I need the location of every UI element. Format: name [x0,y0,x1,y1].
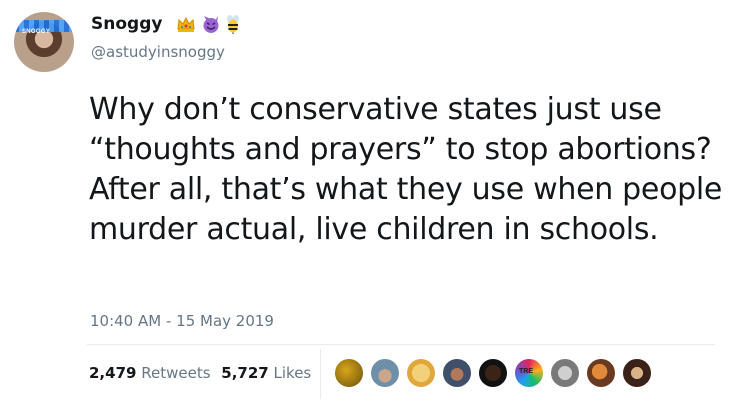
tweet-stats: 2,479 Retweets 5,727 Likes [89,364,317,382]
divider [87,344,715,345]
tweet-timestamp[interactable]: 10:40 AM - 15 May 2019 [90,312,274,330]
liker-avatar[interactable] [478,358,508,388]
likes-count: 5,727 [221,364,269,382]
stats-separator [320,349,321,399]
crown-emoji-icon [177,16,195,32]
retweets-count: 2,479 [89,364,137,382]
avatar-text: SNOGGY [22,29,51,35]
liker-avatar-text: TRE [519,368,533,375]
user-avatar[interactable]: SNOGGY [14,12,74,72]
tweet-text: Why don’t conservative states just use “… [89,92,723,247]
liker-avatar[interactable] [622,358,652,388]
user-handle[interactable]: @astudyinsnoggy [91,43,225,61]
likes-stat[interactable]: 5,727 Likes [221,364,311,382]
likes-label: Likes [273,364,312,382]
liker-avatar[interactable] [334,358,364,388]
bee-emoji-icon [227,15,239,34]
display-name[interactable]: Snoggy [91,14,162,34]
liker-avatar[interactable] [550,358,580,388]
liker-avatar[interactable] [442,358,472,388]
retweets-label: Retweets [141,364,211,382]
tweet-card: SNOGGY Snoggy @astudyinsnoggy Why don’t … [0,0,740,403]
liker-avatar[interactable] [370,358,400,388]
retweets-stat[interactable]: 2,479 Retweets [89,364,211,382]
liker-avatar[interactable]: TRE [514,358,544,388]
smiling-devil-emoji-icon [203,16,219,33]
liker-avatar[interactable] [406,358,436,388]
liker-avatar[interactable] [586,358,616,388]
